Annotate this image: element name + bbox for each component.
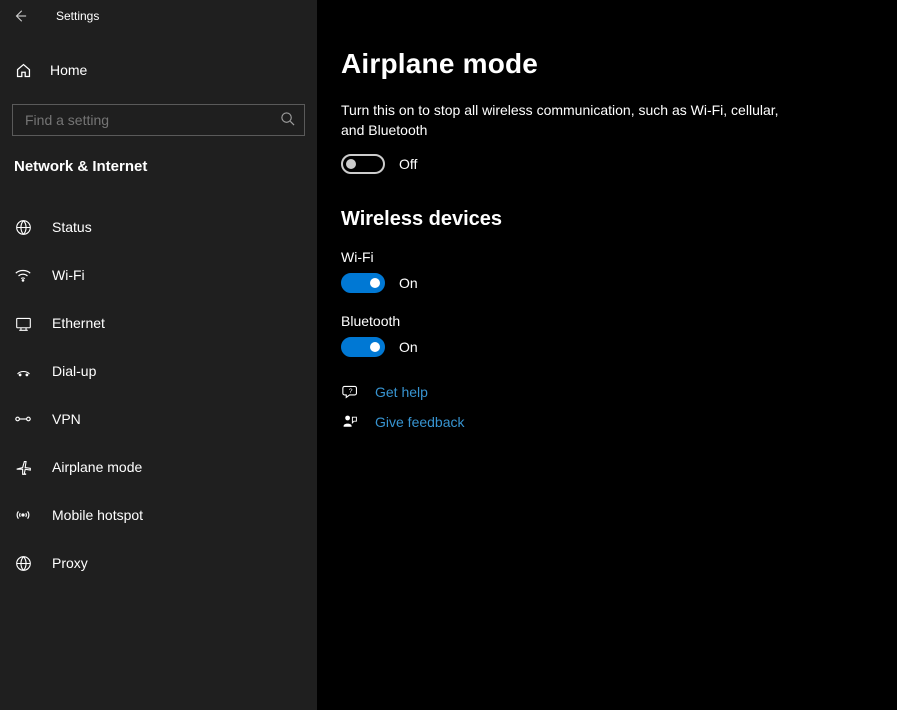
page-title: Airplane mode [341,48,867,80]
sidebar-home[interactable]: Home [0,50,317,90]
get-help-row: ? Get help [341,383,867,400]
wifi-icon [14,266,32,284]
sidebar-item-status[interactable]: Status [0,203,317,251]
sidebar-search-wrap [12,104,305,136]
give-feedback-row: Give feedback [341,414,867,430]
sidebar-item-label: Airplane mode [52,459,142,475]
search-icon [280,111,295,126]
airplane-toggle-row: Off [341,154,867,174]
window-title: Settings [56,9,99,23]
wireless-devices-heading: Wireless devices [341,208,867,231]
proxy-icon [14,555,32,572]
page-description: Turn this on to stop all wireless commun… [341,100,781,140]
sidebar-item-proxy[interactable]: Proxy [0,539,317,587]
airplane-icon [14,459,32,476]
bluetooth-toggle-state: On [399,339,418,355]
sidebar-item-label: VPN [52,411,81,427]
sidebar-item-label: Mobile hotspot [52,507,143,523]
get-help-link[interactable]: Get help [375,384,428,400]
bluetooth-toggle-row: On [341,337,867,357]
wifi-toggle-state: On [399,275,418,291]
sidebar-item-label: Proxy [52,555,88,571]
wifi-device-block: Wi-Fi On [341,249,867,293]
bluetooth-device-block: Bluetooth On [341,313,867,357]
wifi-toggle-row: On [341,273,867,293]
sidebar-item-label: Ethernet [52,315,105,331]
ethernet-icon [14,315,32,332]
back-button[interactable] [0,0,40,32]
arrow-left-icon [13,9,27,23]
sidebar-item-ethernet[interactable]: Ethernet [0,299,317,347]
sidebar-item-hotspot[interactable]: Mobile hotspot [0,491,317,539]
sidebar-item-airplane[interactable]: Airplane mode [0,443,317,491]
wifi-toggle[interactable] [341,273,385,293]
globe-icon [14,219,32,236]
sidebar-item-label: Dial-up [52,363,96,379]
help-icon: ? [341,383,359,400]
search-input[interactable] [12,104,305,136]
sidebar-item-wifi[interactable]: Wi-Fi [0,251,317,299]
airplane-mode-toggle[interactable] [341,154,385,174]
airplane-toggle-state: Off [399,156,417,172]
sidebar: Home Network & Internet Status [0,0,317,710]
sidebar-item-label: Wi-Fi [52,267,85,283]
sidebar-item-vpn[interactable]: VPN [0,395,317,443]
feedback-icon [341,414,359,430]
hotspot-icon [14,506,32,524]
sidebar-nav-list: Status Wi-Fi Ethernet [0,203,317,587]
help-links: ? Get help Give feedback [341,383,867,430]
sidebar-item-dialup[interactable]: Dial-up [0,347,317,395]
svg-text:?: ? [348,388,352,395]
dialup-icon [14,363,32,380]
give-feedback-link[interactable]: Give feedback [375,414,465,430]
home-icon [14,62,32,79]
wifi-label: Wi-Fi [341,249,867,265]
main-content: Airplane mode Turn this on to stop all w… [317,0,897,710]
sidebar-section-label: Network & Internet [0,142,317,185]
bluetooth-label: Bluetooth [341,313,867,329]
bluetooth-toggle[interactable] [341,337,385,357]
sidebar-item-label: Status [52,219,92,235]
sidebar-home-label: Home [50,62,87,78]
vpn-icon [14,410,32,428]
